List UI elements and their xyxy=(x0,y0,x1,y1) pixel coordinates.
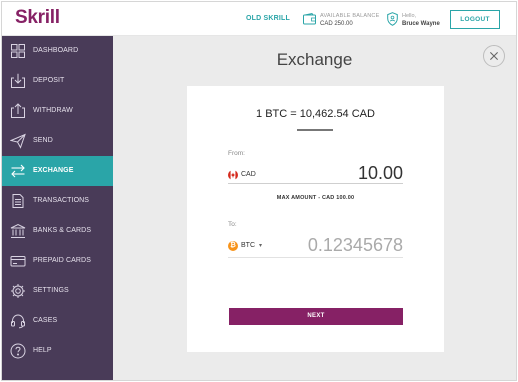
sidebar-item-label: SEND xyxy=(33,137,53,144)
wallet-icon xyxy=(303,13,316,25)
user-name: Bruce Wayne xyxy=(402,21,440,27)
to-amount[interactable]: 0.12345678 xyxy=(308,235,403,256)
sidebar-item-prepaid-cards[interactable]: PREPAID CARDS xyxy=(2,246,113,276)
from-currency[interactable]: CAD xyxy=(241,171,256,178)
to-label: To: xyxy=(228,221,237,228)
card-icon xyxy=(10,256,26,267)
user-greeting: Hello, xyxy=(402,13,417,19)
exchange-icon xyxy=(11,164,25,178)
app-window: Skrill OLD SKRILL AVAILABLE BALANCE CAD … xyxy=(1,1,517,381)
bank-icon xyxy=(10,223,26,238)
page-title: Exchange xyxy=(276,50,353,69)
exchange-rate: 1 BTC = 10,462.54 CAD xyxy=(256,108,375,120)
sidebar-item-deposit[interactable]: DEPOSIT xyxy=(2,66,113,96)
balance-block: AVAILABLE BALANCE CAD 250.00 xyxy=(320,12,379,28)
to-currency[interactable]: BTC xyxy=(241,242,255,249)
from-amount[interactable]: 10.00 xyxy=(358,163,403,184)
top-bar: Skrill OLD SKRILL AVAILABLE BALANCE CAD … xyxy=(2,2,516,36)
logout-button[interactable]: LOGOUT xyxy=(450,10,500,29)
sidebar-item-banks-cards[interactable]: BANKS & CARDS xyxy=(2,216,113,246)
dashboard-icon xyxy=(11,44,25,58)
gear-icon xyxy=(11,284,25,298)
old-skrill-link[interactable]: OLD SKRILL xyxy=(246,15,290,22)
sidebar-item-send[interactable]: SEND xyxy=(2,126,113,156)
exchange-card: 1 BTC = 10,462.54 CAD From: CAD 10.00 MA… xyxy=(187,86,444,352)
sidebar-item-help[interactable]: HELP xyxy=(2,336,113,366)
skrill-logo[interactable]: Skrill xyxy=(15,7,60,29)
sidebar-item-label: TRANSACTIONS xyxy=(33,197,90,204)
shield-icon xyxy=(387,12,398,26)
from-label: From: xyxy=(228,150,245,157)
sidebar-item-label: WITHDRAW xyxy=(33,107,73,114)
to-amount-field[interactable]: ₿ BTC ▾ 0.12345678 xyxy=(228,235,403,258)
chevron-down-icon[interactable]: ▾ xyxy=(259,242,262,249)
canada-flag-icon xyxy=(228,170,238,180)
help-icon xyxy=(10,343,26,359)
deposit-icon xyxy=(11,73,25,88)
user-block: Hello, Bruce Wayne xyxy=(402,12,440,28)
sidebar-item-exchange[interactable]: EXCHANGE xyxy=(2,156,113,186)
send-icon xyxy=(10,133,26,149)
sidebar-item-dashboard[interactable]: DASHBOARD xyxy=(2,36,113,66)
sidebar: DASHBOARD DEPOSIT WITHDRAW SEND EXCHANGE… xyxy=(2,36,113,380)
transactions-icon xyxy=(12,194,24,208)
max-amount: MAX AMOUNT - CAD 100.00 xyxy=(276,195,355,201)
balance-value: CAD 250.00 xyxy=(320,21,353,27)
from-amount-field[interactable]: CAD 10.00 xyxy=(228,163,403,184)
bitcoin-icon: ₿ xyxy=(228,241,238,251)
headset-icon xyxy=(11,314,25,329)
sidebar-item-label: DEPOSIT xyxy=(33,77,65,84)
sidebar-item-label: PREPAID CARDS xyxy=(33,257,91,264)
sidebar-item-label: HELP xyxy=(33,347,52,354)
balance-label: AVAILABLE BALANCE xyxy=(320,13,380,19)
sidebar-item-withdraw[interactable]: WITHDRAW xyxy=(2,96,113,126)
sidebar-item-transactions[interactable]: TRANSACTIONS xyxy=(2,186,113,216)
withdraw-icon xyxy=(11,103,25,118)
sidebar-item-label: BANKS & CARDS xyxy=(33,227,92,234)
sidebar-item-label: SETTINGS xyxy=(33,287,69,294)
sidebar-item-settings[interactable]: SETTINGS xyxy=(2,276,113,306)
sidebar-item-label: EXCHANGE xyxy=(33,167,74,174)
sidebar-item-cases[interactable]: CASES xyxy=(2,306,113,336)
close-icon[interactable] xyxy=(483,45,505,67)
rate-underline xyxy=(297,129,333,131)
sidebar-item-label: DASHBOARD xyxy=(33,47,79,54)
next-button[interactable]: NEXT xyxy=(229,308,403,325)
main-content: Exchange 1 BTC = 10,462.54 CAD From: CAD… xyxy=(113,36,516,380)
sidebar-item-label: CASES xyxy=(33,317,58,324)
